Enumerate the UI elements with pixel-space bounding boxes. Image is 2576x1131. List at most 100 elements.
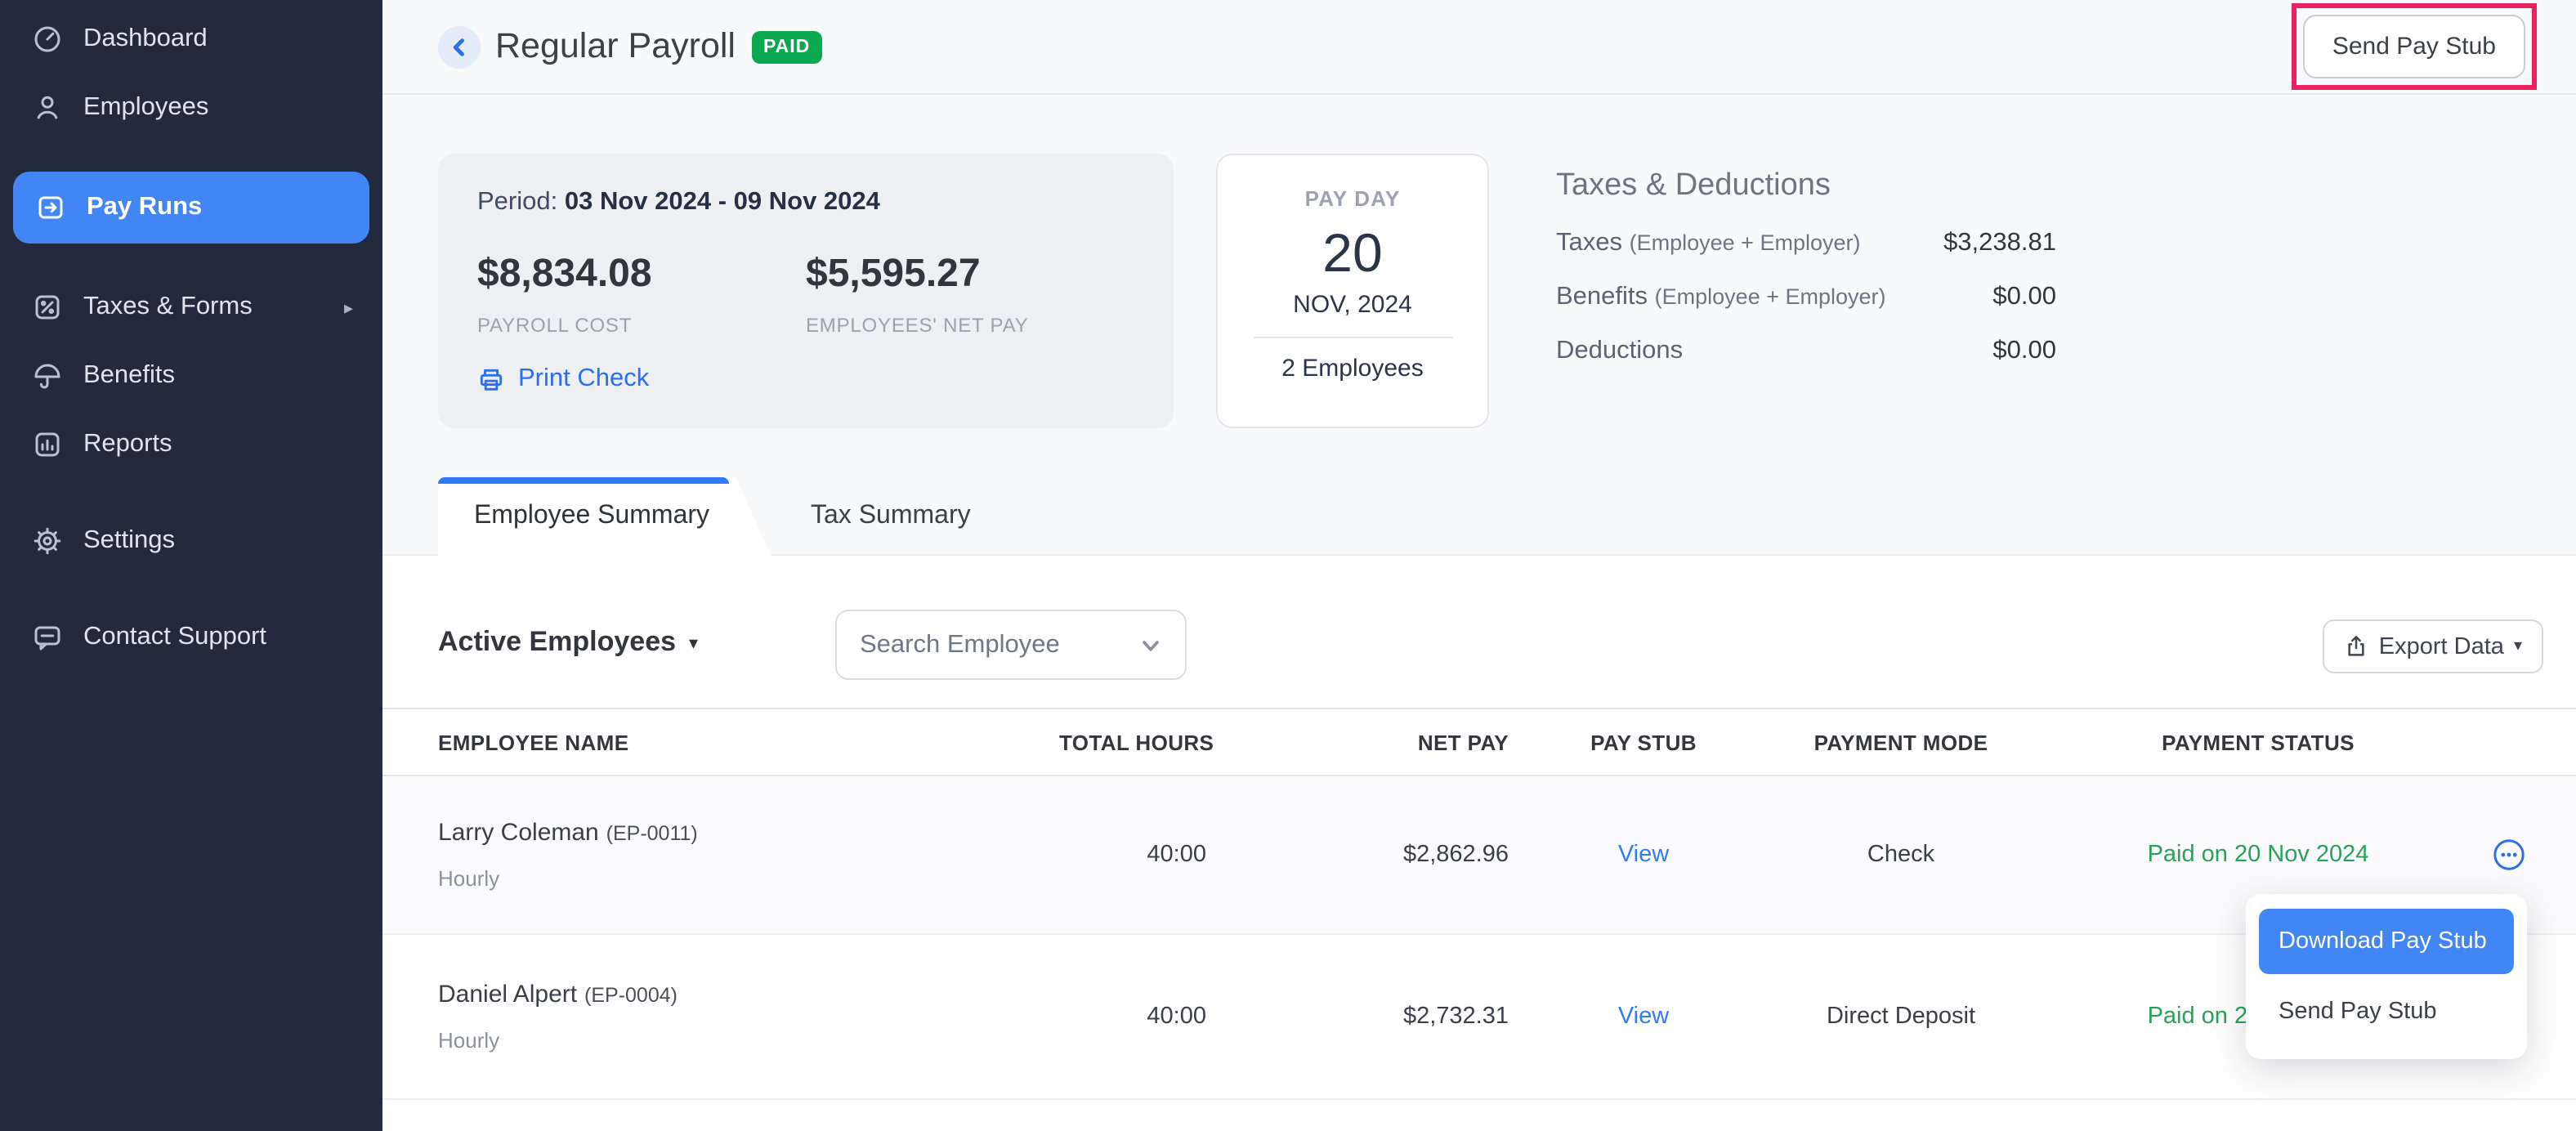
tab-bar: Employee Summary Tax Summary bbox=[438, 477, 1010, 556]
sidebar-item-label: Dashboard bbox=[83, 25, 208, 54]
sidebar-item-label: Pay Runs bbox=[87, 193, 202, 222]
chat-icon bbox=[33, 623, 62, 652]
total-hours: 40:00 bbox=[1059, 1004, 1206, 1030]
employee-name: Larry Coleman bbox=[438, 819, 599, 847]
export-data-label: Export Data bbox=[2379, 633, 2504, 659]
view-pay-stub-link[interactable]: View bbox=[1509, 1004, 1778, 1030]
chevron-right-icon: ▸ bbox=[344, 297, 353, 318]
employee-id: (EP-0004) bbox=[584, 984, 678, 1007]
row-actions-button[interactable] bbox=[2493, 838, 2525, 871]
sidebar-item-contact-support[interactable]: Contact Support bbox=[0, 603, 382, 672]
sidebar-item-benefits[interactable]: Benefits bbox=[0, 342, 382, 410]
sidebar: Dashboard Employees Pay Runs Taxes & For… bbox=[0, 0, 382, 1131]
taxes-row: Taxes (Employee + Employer) $3,238.81 bbox=[1556, 229, 2056, 258]
payment-mode: Check bbox=[1778, 842, 2024, 868]
employee-filter-dropdown[interactable]: Active Employees ▾ bbox=[438, 626, 698, 659]
employee-summary-panel: Active Employees ▾ Search Employee Expor… bbox=[382, 556, 2576, 1131]
deductions-row: Deductions $0.00 bbox=[1556, 337, 2056, 366]
chevron-left-icon bbox=[449, 37, 469, 56]
sidebar-item-settings[interactable]: Settings bbox=[0, 507, 382, 575]
sidebar-item-label: Reports bbox=[83, 430, 172, 459]
view-pay-stub-link[interactable]: View bbox=[1509, 842, 1778, 868]
period-card: Period: 03 Nov 2024 - 09 Nov 2024 $8,834… bbox=[438, 154, 1174, 428]
deductions-amount: $0.00 bbox=[1992, 337, 2056, 366]
period-value: 03 Nov 2024 - 09 Nov 2024 bbox=[565, 188, 880, 216]
sidebar-item-label: Benefits bbox=[83, 361, 175, 391]
taxes-amount: $3,238.81 bbox=[1943, 229, 2056, 258]
tab-employee-summary[interactable]: Employee Summary bbox=[438, 477, 771, 556]
benefits-row: Benefits (Employee + Employer) $0.00 bbox=[1556, 283, 2056, 312]
benefits-amount: $0.00 bbox=[1992, 283, 2056, 312]
app-root: Dashboard Employees Pay Runs Taxes & For… bbox=[0, 0, 2576, 1131]
payroll-cost-amount: $8,834.08 bbox=[477, 252, 806, 297]
search-employee-select[interactable]: Search Employee bbox=[835, 610, 1187, 680]
send-pay-stub-button[interactable]: Send Pay Stub bbox=[2303, 15, 2525, 78]
wage-type: Hourly bbox=[438, 1030, 1059, 1051]
sidebar-item-label: Settings bbox=[83, 526, 175, 556]
reports-icon bbox=[33, 430, 62, 459]
net-pay: $2,732.31 bbox=[1206, 1004, 1509, 1030]
payment-status: Paid on 20 Nov 2024 bbox=[2024, 842, 2493, 868]
col-pay-stub: PAY STUB bbox=[1509, 730, 1778, 754]
payroll-cost-label: PAYROLL COST bbox=[477, 314, 806, 337]
benefits-icon bbox=[33, 361, 62, 391]
sidebar-item-label: Employees bbox=[83, 93, 208, 123]
main-area: Regular Payroll PAID Send Pay Stub Perio… bbox=[382, 0, 2576, 1131]
col-payment-mode: PAYMENT MODE bbox=[1778, 730, 2024, 754]
taxes-forms-icon bbox=[33, 293, 62, 322]
export-data-button[interactable]: Export Data ▾ bbox=[2323, 619, 2543, 673]
payday-month-year: NOV, 2024 bbox=[1218, 291, 1487, 319]
row-actions-menu: Download Pay Stub Send Pay Stub bbox=[2246, 894, 2527, 1059]
employee-id: (EP-0011) bbox=[606, 822, 698, 845]
dashboard-icon bbox=[33, 25, 62, 54]
back-button[interactable] bbox=[438, 25, 481, 68]
menu-item-send-pay-stub[interactable]: Send Pay Stub bbox=[2259, 979, 2514, 1044]
search-placeholder: Search Employee bbox=[860, 630, 1060, 659]
table-header: EMPLOYEE NAME TOTAL HOURS NET PAY PAY ST… bbox=[382, 708, 2576, 776]
employee-cell: Larry Coleman (EP-0011) Hourly bbox=[438, 820, 1059, 889]
payday-employee-count: 2 Employees bbox=[1218, 355, 1487, 382]
taxes-deductions-block: Taxes & Deductions Taxes (Employee + Emp… bbox=[1556, 154, 2056, 366]
col-net-pay: NET PAY bbox=[1206, 730, 1509, 754]
print-check-label: Print Check bbox=[518, 364, 649, 394]
caret-down-icon: ▾ bbox=[689, 632, 698, 653]
sidebar-item-reports[interactable]: Reports bbox=[0, 410, 382, 479]
benefits-sublabel: (Employee + Employer) bbox=[1655, 284, 1886, 309]
sidebar-item-dashboard[interactable]: Dashboard bbox=[0, 5, 382, 74]
printer-icon bbox=[477, 365, 505, 393]
active-tab-indicator bbox=[438, 477, 729, 483]
wage-type: Hourly bbox=[438, 868, 1059, 889]
caret-down-icon: ▾ bbox=[2514, 637, 2522, 655]
annotation-highlight: Send Pay Stub bbox=[2292, 3, 2537, 90]
sidebar-item-employees[interactable]: Employees bbox=[0, 74, 382, 142]
sidebar-item-taxes-forms[interactable]: Taxes & Forms ▸ bbox=[0, 273, 382, 342]
payday-card: PAY DAY 20 NOV, 2024 2 Employees bbox=[1216, 154, 1489, 428]
net-pay-block: $5,595.27 EMPLOYEES' NET PAY bbox=[806, 252, 1134, 337]
ellipsis-icon bbox=[2493, 838, 2525, 871]
taxes-label: Taxes bbox=[1556, 229, 1622, 257]
export-icon bbox=[2345, 634, 2369, 659]
page-title: Regular Payroll bbox=[495, 26, 736, 67]
sidebar-item-pay-runs[interactable]: Pay Runs bbox=[13, 172, 369, 244]
menu-item-download-pay-stub[interactable]: Download Pay Stub bbox=[2259, 909, 2514, 974]
payrun-summary: Period: 03 Nov 2024 - 09 Nov 2024 $8,834… bbox=[382, 95, 2576, 556]
benefits-label: Benefits bbox=[1556, 283, 1648, 311]
chevron-down-icon bbox=[1139, 633, 1162, 656]
employee-filter-label: Active Employees bbox=[438, 626, 676, 659]
amounts-row: $8,834.08 PAYROLL COST $5,595.27 EMPLOYE… bbox=[477, 252, 1134, 337]
print-check-link[interactable]: Print Check bbox=[477, 364, 649, 394]
col-total-hours: TOTAL HOURS bbox=[1059, 730, 1206, 754]
employees-icon bbox=[33, 93, 62, 123]
payday-day: 20 bbox=[1218, 222, 1487, 284]
period-label: Period: bbox=[477, 188, 557, 216]
employee-cell: Daniel Alpert (EP-0004) Hourly bbox=[438, 982, 1059, 1051]
employee-name: Daniel Alpert bbox=[438, 981, 577, 1008]
col-employee-name: EMPLOYEE NAME bbox=[438, 730, 1059, 754]
net-pay-label: EMPLOYEES' NET PAY bbox=[806, 314, 1134, 337]
payroll-cost-block: $8,834.08 PAYROLL COST bbox=[477, 252, 806, 337]
taxes-deductions-heading: Taxes & Deductions bbox=[1556, 168, 2056, 204]
period-line: Period: 03 Nov 2024 - 09 Nov 2024 bbox=[477, 188, 1134, 217]
tab-tax-summary[interactable]: Tax Summary bbox=[771, 477, 1010, 556]
status-badge: PAID bbox=[752, 30, 821, 63]
net-pay-amount: $5,595.27 bbox=[806, 252, 1134, 297]
